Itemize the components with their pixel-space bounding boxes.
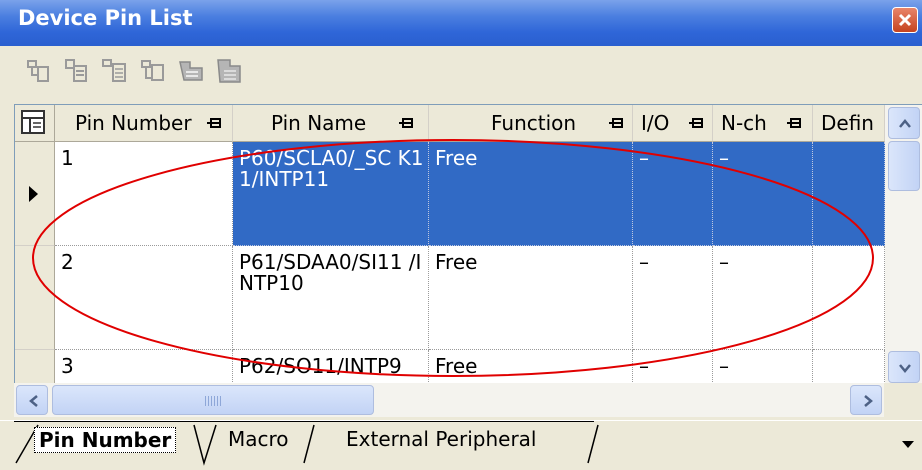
function-cell[interactable]: Free bbox=[429, 142, 633, 246]
io-cell[interactable]: – bbox=[633, 246, 713, 350]
column-header-io[interactable]: I/O bbox=[633, 105, 713, 142]
current-row-arrow-icon bbox=[29, 186, 38, 202]
row-header[interactable] bbox=[15, 246, 55, 350]
pin-list-icon-1[interactable] bbox=[24, 56, 54, 86]
column-chooser-icon bbox=[21, 110, 45, 134]
close-button[interactable] bbox=[892, 7, 918, 33]
select-all-corner[interactable] bbox=[15, 105, 55, 142]
horizontal-scroll-thumb[interactable] bbox=[52, 385, 374, 415]
function-cell[interactable]: Free bbox=[429, 246, 633, 350]
pin-list-icon-6[interactable] bbox=[214, 56, 244, 86]
pin-icon bbox=[787, 118, 801, 128]
tab-macro[interactable]: Macro bbox=[228, 427, 289, 451]
pin-list-icon-3[interactable] bbox=[100, 56, 130, 86]
io-cell[interactable]: – bbox=[633, 142, 713, 246]
pin-icon bbox=[207, 118, 221, 128]
row-header[interactable] bbox=[15, 142, 55, 246]
scroll-up-button[interactable] bbox=[888, 107, 920, 139]
scroll-down-button[interactable] bbox=[888, 351, 920, 383]
pin-list-icon-4[interactable] bbox=[138, 56, 168, 86]
tab-divider-line bbox=[14, 421, 594, 422]
chevron-down-icon bbox=[899, 364, 911, 373]
pin-icon bbox=[689, 118, 703, 128]
pin-number-cell: 1 bbox=[61, 146, 74, 170]
toolbar bbox=[0, 48, 922, 94]
scroll-right-button[interactable] bbox=[850, 385, 882, 415]
window-title: Device Pin List bbox=[18, 6, 193, 30]
chevron-left-icon bbox=[29, 395, 38, 407]
column-header-pin-number[interactable]: Pin Number bbox=[55, 105, 233, 142]
pin-number-cell[interactable]: 2 bbox=[55, 246, 233, 350]
title-bar: Device Pin List bbox=[0, 0, 922, 46]
column-header-nch[interactable]: N-ch bbox=[713, 105, 813, 142]
defin-cell[interactable] bbox=[813, 246, 885, 350]
column-header-pin-name[interactable]: Pin Name bbox=[233, 105, 429, 142]
vertical-scrollbar[interactable] bbox=[885, 105, 922, 401]
pin-icon bbox=[399, 118, 413, 128]
tab-menu-dropdown-icon[interactable] bbox=[902, 441, 914, 448]
pin-name-cell[interactable]: P60/SCLA0/_SC K11/INTP11 bbox=[233, 142, 429, 246]
chevron-up-icon bbox=[899, 119, 911, 128]
vertical-scroll-thumb[interactable] bbox=[888, 141, 920, 191]
pin-table: Pin Number Pin Name Function I/O N-ch De… bbox=[14, 104, 922, 401]
tab-edge bbox=[303, 424, 315, 464]
tab-edge bbox=[587, 424, 599, 464]
pin-list-icon-2[interactable] bbox=[62, 56, 92, 86]
horizontal-scrollbar[interactable] bbox=[14, 383, 884, 417]
nch-cell[interactable]: – bbox=[713, 246, 813, 350]
defin-cell[interactable] bbox=[813, 142, 885, 246]
scroll-left-button[interactable] bbox=[16, 385, 48, 415]
tab-external-peripheral[interactable]: External Peripheral bbox=[346, 427, 536, 451]
pin-icon bbox=[609, 118, 623, 128]
pin-list-icon-5[interactable] bbox=[176, 56, 206, 86]
nch-cell[interactable]: – bbox=[713, 142, 813, 246]
pin-name-cell[interactable]: P61/SDAA0/SI11 /INTP10 bbox=[233, 246, 429, 350]
column-header-defin[interactable]: Defin bbox=[813, 105, 885, 142]
tab-edge bbox=[193, 424, 217, 466]
column-header-function[interactable]: Function bbox=[429, 105, 633, 142]
device-pin-list-window: Device Pin List Pin Number Pin Name Func… bbox=[0, 0, 922, 470]
table-row[interactable]: 1 bbox=[55, 142, 233, 246]
scroll-grip-icon bbox=[205, 396, 221, 406]
close-icon bbox=[898, 13, 912, 27]
tab-strip: Pin Number Macro External Peripheral bbox=[0, 420, 922, 470]
scroll-corner bbox=[884, 383, 922, 417]
tab-pin-number[interactable]: Pin Number bbox=[34, 427, 177, 453]
chevron-right-icon bbox=[864, 395, 873, 407]
